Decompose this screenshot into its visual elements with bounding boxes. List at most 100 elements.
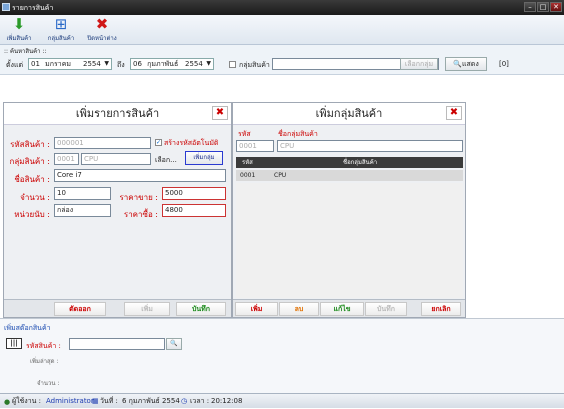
add-group-title: เพิ่มกลุ่มสินค้า xyxy=(233,103,465,125)
new-group-name-input[interactable]: CPU xyxy=(277,140,463,152)
group-code-input[interactable]: 0001 xyxy=(54,153,79,165)
group-filter-label: กลุ่มสินค้า xyxy=(239,61,270,69)
sell-price-label: ราคาขาย : xyxy=(119,193,158,202)
search-section-title: :: ค้นหาสินค้า :: xyxy=(4,48,47,55)
unit-label: หน่วยนับ : xyxy=(14,210,50,219)
to-day: 06 xyxy=(133,60,142,68)
quantity-label: จำนวน : xyxy=(20,193,50,202)
select-group-button[interactable]: เลือกกลุ่ม xyxy=(400,58,438,70)
product-group-label: กลุ่มสินค้า xyxy=(47,35,75,42)
from-month: มกราคม xyxy=(45,60,71,68)
cost-price-input[interactable]: 4800 xyxy=(162,204,226,217)
from-label: ตั้งแต่ xyxy=(6,61,24,69)
user-icon: ● xyxy=(4,398,11,406)
cut-button[interactable]: ตัดออก xyxy=(54,302,106,316)
cost-price-label: ราคาซื้อ : xyxy=(123,210,158,219)
close-icon[interactable]: ✖ xyxy=(446,106,462,120)
group-table-header: รหัส ชื่อกลุ่มสินค้า xyxy=(236,157,463,168)
group-edit-button[interactable]: แก้ไข xyxy=(320,302,364,316)
close-page-label: ปิดหน้าต่าง xyxy=(87,35,117,42)
result-count: [0] xyxy=(499,60,509,68)
add-button[interactable]: เพิ่ม xyxy=(124,302,170,316)
date-label: วันที่ : xyxy=(100,397,118,405)
stock-section-title: เพิ่มสต๊อกสินค้า xyxy=(4,324,51,332)
to-date-select[interactable]: 06 กุมภาพันธ์ 2554 ▼ xyxy=(130,58,214,70)
product-name-label: ชื่อสินค้า : xyxy=(14,175,50,184)
row-name: CPU xyxy=(274,172,287,179)
auto-code-checkbox[interactable]: ✓ xyxy=(155,139,162,146)
user-label: ผู้ใช้งาน : xyxy=(12,397,41,405)
add-group-panel: เพิ่มกลุ่มสินค้า ✖ รหัส ชื่อกลุ่มสินค้า … xyxy=(232,102,466,318)
status-bar: ● ผู้ใช้งาน : Administrator ▦ วันที่ : 6… xyxy=(0,393,564,408)
new-group-code-input[interactable]: 0001 xyxy=(236,140,274,152)
stock-panel: เพิ่มสต๊อกสินค้า ||| รหัสสินค้า : 🔍 เพิ่… xyxy=(0,318,564,393)
quantity-input[interactable]: 10 xyxy=(54,187,111,200)
group-cancel-button[interactable]: ยกเลิก xyxy=(421,302,461,316)
stock-code-input[interactable] xyxy=(69,338,165,350)
table-row[interactable]: 0001 CPU xyxy=(236,170,463,181)
add-group-button[interactable]: เพิ่มกลุ่ม xyxy=(185,151,223,165)
auto-code-label: สร้างรหัสอัตโนมัติ xyxy=(164,139,219,147)
latest-added-label: เพิ่มล่าสุด : xyxy=(30,358,59,365)
title-bar: รายการสินค้า – □ ✕ xyxy=(0,0,564,15)
minimize-button[interactable]: – xyxy=(524,2,536,12)
close-window-button[interactable]: ✕ xyxy=(550,2,562,12)
close-page-button[interactable]: ✖ ปิดหน้าต่าง xyxy=(84,16,120,44)
show-label: แสดง xyxy=(461,60,479,68)
chevron-down-icon: ▼ xyxy=(104,60,109,67)
date-value: 6 กุมภาพันธ์ 2554 xyxy=(122,397,180,405)
product-group-label: กลุ่มสินค้า : xyxy=(9,157,50,166)
to-label: ถึง xyxy=(117,61,125,69)
group-save-button[interactable]: บันทึก xyxy=(365,302,407,316)
product-code-input[interactable]: 000001 xyxy=(54,137,151,149)
stock-code-label: รหัสสินค้า : xyxy=(26,342,61,350)
group-delete-button[interactable]: ลบ xyxy=(279,302,319,316)
add-product-footer: ตัดออก เพิ่ม บันทึก xyxy=(4,299,231,317)
group-tree-icon: ⊞ xyxy=(54,15,68,33)
sell-price-input[interactable]: 5000 xyxy=(162,187,226,200)
from-date-select[interactable]: 01 มกราคม 2554 ▼ xyxy=(28,58,112,70)
user-value: Administrator xyxy=(46,397,94,405)
add-group-footer: เพิ่ม ลบ แก้ไข บันทึก ยกเลิก xyxy=(233,299,465,317)
magnifier-icon: 🔍 xyxy=(453,60,462,68)
group-add-button[interactable]: เพิ่ม xyxy=(235,302,278,316)
group-table-body xyxy=(236,183,463,298)
close-icon[interactable]: ✖ xyxy=(212,106,228,120)
chevron-down-icon: ▼ xyxy=(206,60,211,67)
time-value: 20:12:08 xyxy=(211,397,243,405)
calendar-icon: ▦ xyxy=(92,397,99,405)
clock-icon: ◷ xyxy=(181,397,188,405)
group-filter-checkbox[interactable] xyxy=(229,61,236,68)
add-product-label: เพิ่มสินค้า xyxy=(6,35,32,42)
barcode-icon: ||| xyxy=(6,338,22,349)
column-header: ชื่อกลุ่มสินค้า xyxy=(343,159,378,166)
app-icon xyxy=(2,3,10,11)
product-group-button[interactable]: ⊞ กลุ่มสินค้า xyxy=(43,16,79,44)
show-button[interactable]: 🔍แสดง xyxy=(445,57,487,71)
time-label: เวลา : xyxy=(190,397,210,405)
unit-input[interactable]: กล่อง xyxy=(54,204,111,217)
column-header: รหัส xyxy=(242,159,253,166)
maximize-button[interactable]: □ xyxy=(537,2,549,12)
from-day: 01 xyxy=(31,60,40,68)
red-x-icon: ✖ xyxy=(95,15,109,33)
add-product-button[interactable]: ⬇ เพิ่มสินค้า xyxy=(3,16,35,44)
to-year: 2554 xyxy=(185,60,203,68)
toolbar: ⬇ เพิ่มสินค้า ⊞ กลุ่มสินค้า ✖ ปิดหน้าต่า… xyxy=(0,15,564,45)
row-code: 0001 xyxy=(240,172,256,179)
search-panel: :: ค้นหาสินค้า :: ตั้งแต่ 01 มกราคม 2554… xyxy=(0,45,564,75)
download-arrow-icon: ⬇ xyxy=(12,15,26,33)
from-year: 2554 xyxy=(83,60,101,68)
window-title: รายการสินค้า xyxy=(12,4,54,12)
save-button[interactable]: บันทึก xyxy=(176,302,226,316)
group-name-input[interactable]: CPU xyxy=(81,153,151,165)
product-code-label: รหัสสินค้า : xyxy=(10,140,50,149)
search-icon[interactable]: 🔍 xyxy=(166,338,182,350)
group-name-label: ชื่อกลุ่มสินค้า xyxy=(278,130,318,138)
to-month: กุมภาพันธ์ xyxy=(147,60,179,68)
choose-group-link[interactable]: เลือก... xyxy=(155,155,177,166)
stock-quantity-label: จำนวน : xyxy=(37,380,60,387)
add-product-title: เพิ่มรายการสินค้า xyxy=(4,103,231,125)
product-name-input[interactable]: Core i7 xyxy=(54,169,226,182)
add-product-panel: เพิ่มรายการสินค้า ✖ รหัสสินค้า : 000001 … xyxy=(3,102,232,318)
